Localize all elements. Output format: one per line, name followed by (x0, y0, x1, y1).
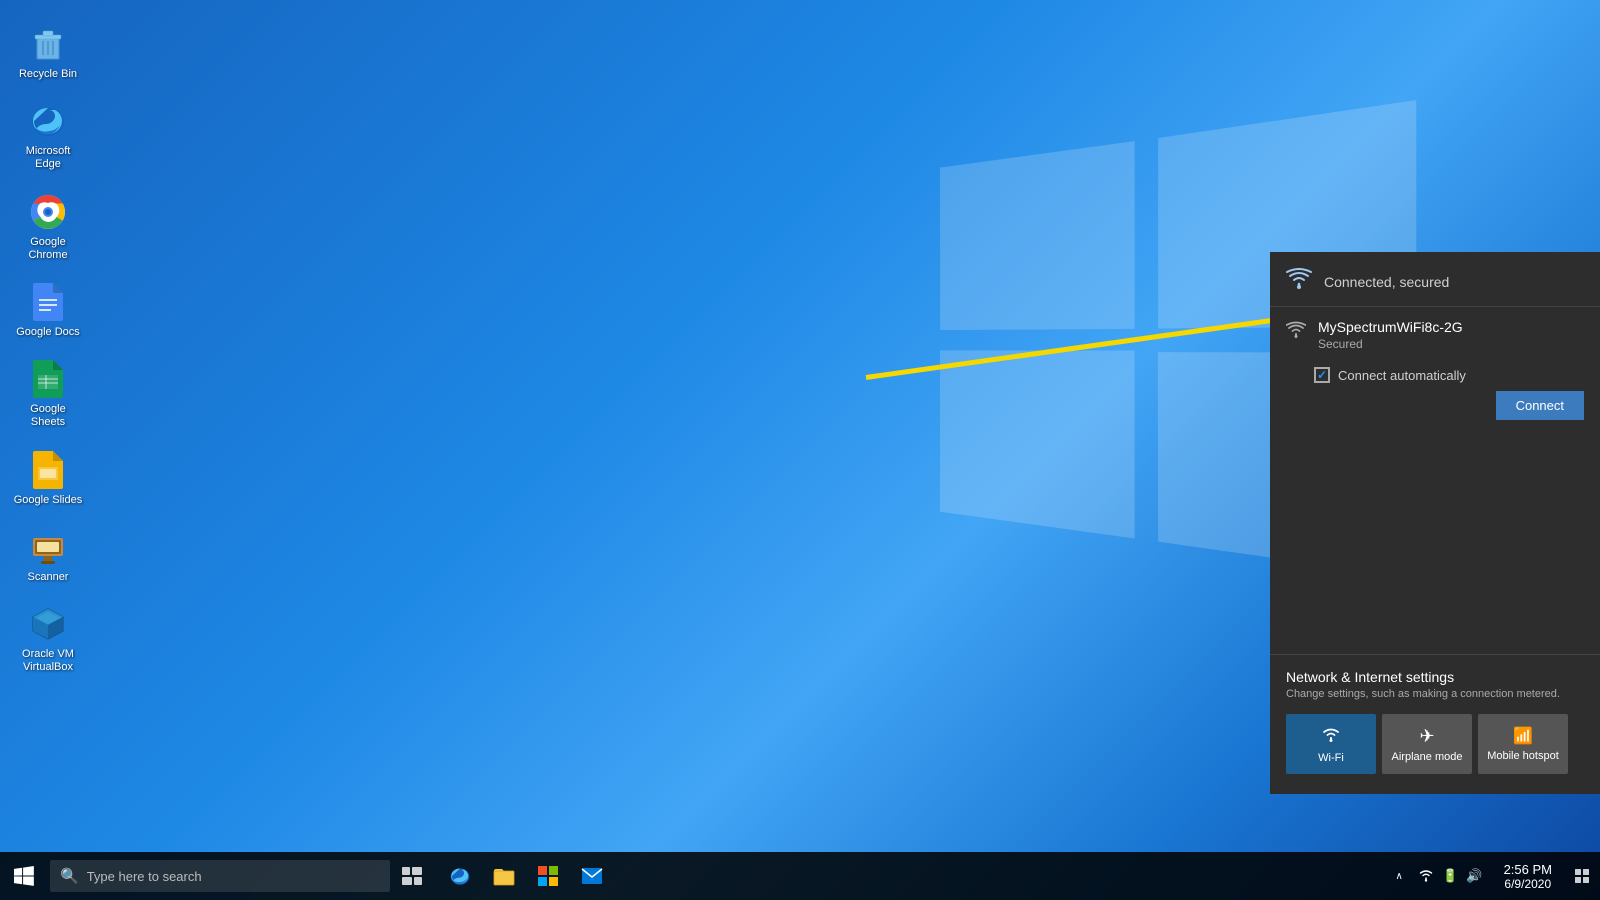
connected-secured-label: Connected, secured (1324, 274, 1449, 290)
scanner-image (28, 527, 68, 567)
desktop: Recycle Bin Microsoft Edge (0, 0, 1600, 900)
clock-date: 6/9/2020 (1504, 877, 1551, 891)
sheets-label: Google Sheets (12, 403, 84, 429)
connect-auto-checkbox[interactable]: ✓ (1314, 367, 1330, 383)
virtualbox-icon[interactable]: Oracle VM VirtualBox (8, 600, 88, 678)
wifi-tile-icon (1320, 725, 1342, 748)
connect-button-row: Connect (1270, 391, 1600, 434)
wifi-network-details: MySpectrumWiFi8c-2G Secured (1318, 319, 1584, 351)
checkmark-icon: ✓ (1317, 368, 1327, 382)
edge-label: Microsoft Edge (12, 145, 84, 171)
airplane-quick-tile[interactable]: ✈ Airplane mode (1382, 714, 1472, 774)
recycle-bin-image (28, 24, 68, 64)
taskbar-store[interactable] (526, 852, 570, 900)
taskbar-mail[interactable] (570, 852, 614, 900)
wifi-secured-label: Secured (1318, 337, 1584, 351)
taskbar-search-icon: 🔍 (60, 867, 79, 885)
wifi-panel: Connected, secured MySpectrumWiFi8c-2G S… (1270, 252, 1600, 794)
network-settings-desc: Change settings, such as making a connec… (1286, 688, 1584, 700)
chrome-label: Google Chrome (12, 236, 84, 262)
taskbar-search-placeholder: Type here to search (87, 869, 202, 884)
wifi-quick-tile[interactable]: Wi-Fi (1286, 714, 1376, 774)
wifi-network-item[interactable]: MySpectrumWiFi8c-2G Secured (1270, 307, 1600, 363)
taskbar-search[interactable]: 🔍 Type here to search (50, 860, 390, 892)
taskbar-edge[interactable] (438, 852, 482, 900)
wifi-signal-icon (1286, 321, 1306, 344)
network-tray-icon[interactable] (1415, 868, 1437, 885)
scanner-icon[interactable]: Scanner (8, 523, 88, 588)
chrome-image (28, 192, 68, 232)
task-view-button[interactable] (390, 852, 434, 900)
airplane-tile-label: Airplane mode (1392, 751, 1463, 763)
network-internet-settings: Network & Internet settings Change setti… (1270, 654, 1600, 794)
hotspot-quick-tile[interactable]: 📶 Mobile hotspot (1478, 714, 1568, 774)
notification-button[interactable] (1564, 852, 1600, 900)
wifi-tile-label: Wi-Fi (1318, 752, 1344, 764)
google-sheets-icon[interactable]: Google Sheets (8, 355, 88, 433)
system-tray: ∧ 🔋 🔊 2:56 PM 6/9/2020 (1389, 852, 1600, 900)
sheets-image (28, 359, 68, 399)
tray-expand-button[interactable]: ∧ (1389, 852, 1409, 900)
virtualbox-image (28, 604, 68, 644)
taskbar: 🔍 Type here to search (0, 852, 1600, 900)
volume-tray-icon[interactable]: 🔊 (1463, 868, 1485, 884)
network-settings-title[interactable]: Network & Internet settings (1286, 669, 1584, 685)
hotspot-tile-label: Mobile hotspot (1487, 750, 1559, 762)
docs-image (28, 282, 68, 322)
clock-time: 2:56 PM (1504, 862, 1552, 877)
scanner-label: Scanner (28, 571, 69, 584)
recycle-bin-label: Recycle Bin (19, 68, 77, 81)
recycle-bin-icon[interactable]: Recycle Bin (8, 20, 88, 85)
taskbar-file-explorer[interactable] (482, 852, 526, 900)
quick-actions: Wi-Fi ✈ Airplane mode 📶 Mobile hotspot (1286, 714, 1584, 784)
google-docs-icon[interactable]: Google Docs (8, 278, 88, 343)
wifi-panel-spacer (1270, 434, 1600, 654)
airplane-tile-icon: ✈ (1419, 726, 1434, 747)
slides-image (28, 450, 68, 490)
slides-label: Google Slides (14, 494, 83, 507)
start-button[interactable] (0, 852, 48, 900)
connect-auto-label: Connect automatically (1338, 368, 1466, 383)
taskbar-pinned-apps (438, 852, 614, 900)
edge-image (28, 101, 68, 141)
desktop-icons: Recycle Bin Microsoft Edge (0, 10, 96, 688)
connect-auto-row: ✓ Connect automatically (1270, 363, 1600, 391)
battery-tray-icon: 🔋 (1439, 868, 1461, 884)
hotspot-tile-icon: 📶 (1513, 726, 1533, 746)
clock[interactable]: 2:56 PM 6/9/2020 (1492, 852, 1564, 900)
google-chrome-icon[interactable]: Google Chrome (8, 188, 88, 266)
google-slides-icon[interactable]: Google Slides (8, 446, 88, 511)
tray-icons-group[interactable]: 🔋 🔊 (1409, 868, 1491, 885)
docs-label: Google Docs (16, 326, 80, 339)
wifi-connected-icon (1286, 268, 1312, 296)
wifi-network-name: MySpectrumWiFi8c-2G (1318, 319, 1584, 335)
tray-expand-icon: ∧ (1396, 871, 1403, 882)
microsoft-edge-icon[interactable]: Microsoft Edge (8, 97, 88, 175)
virtualbox-label: Oracle VM VirtualBox (12, 648, 84, 674)
wifi-connect-button[interactable]: Connect (1496, 391, 1584, 420)
wifi-panel-header: Connected, secured (1270, 252, 1600, 307)
